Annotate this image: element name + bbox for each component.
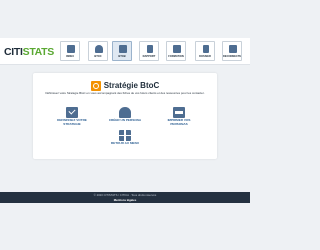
nav-item-deconnecter[interactable]: Deconnecter	[222, 41, 242, 61]
building-icon	[119, 45, 127, 53]
target-icon	[90, 80, 101, 91]
training-icon	[173, 45, 181, 53]
option-label: DEFINISSEZ VOTRE STRATEGIE	[57, 118, 87, 126]
nav-item-label: Rapport	[142, 55, 156, 58]
nav-item-rapport[interactable]: Rapport	[139, 41, 159, 61]
folder-icon	[203, 45, 209, 53]
nav-item-label: Dossier	[199, 55, 211, 58]
logo-text-part-2: STATS	[22, 46, 55, 58]
print-personas-button[interactable]: IMPRIMER VOS PERSONAS	[159, 107, 199, 129]
nav-item-index[interactable]: Index	[60, 41, 80, 61]
grid-icon	[119, 130, 131, 141]
footer-legal-link[interactable]: Mentions légales	[0, 198, 250, 202]
footer-copyright: © 2020 CITISTATS / CITICA · Tous droits …	[93, 193, 157, 197]
nav-item-label: Deconnecter	[223, 55, 241, 58]
nav-item-label: Formation	[168, 55, 184, 58]
strategy-card: Stratégie BtoC Définissez votre Stratégi…	[33, 73, 217, 159]
nav-item-label: BToB	[118, 55, 126, 58]
nav-item-label: BToC	[94, 55, 102, 58]
home-icon	[67, 45, 75, 53]
option-label: IMPRIMER VOS PERSONAS	[167, 118, 191, 126]
users-icon	[119, 107, 131, 118]
checklist-icon	[66, 107, 78, 118]
option-label: RETOUR AU MENU	[110, 141, 140, 145]
footer: © 2020 CITISTATS / CITICA · Tous droits …	[0, 192, 250, 203]
top-navigation-bar: CITISTATS Index BToC BToB Rapport Format…	[0, 38, 250, 65]
nav-item-formation[interactable]: Formation	[166, 41, 186, 61]
report-icon	[147, 45, 153, 53]
logout-icon	[229, 45, 237, 53]
page-title-row: Stratégie BtoC	[33, 77, 217, 91]
citistats-logo[interactable]: CITISTATS	[4, 46, 54, 58]
option-label: CRÉER UN PERSONA	[108, 118, 142, 122]
page-subtitle: Définissez votre Stratégie BtoC en vous …	[45, 91, 205, 95]
user-icon	[95, 45, 103, 53]
nav-item-btob[interactable]: BToB	[112, 41, 132, 61]
nav-item-label: Index	[66, 55, 74, 58]
define-strategy-button[interactable]: DEFINISSEZ VOTRE STRATEGIE	[52, 107, 92, 129]
printer-icon	[173, 107, 185, 118]
logo-text-part-1: CITI	[4, 46, 23, 58]
nav-item-dossier[interactable]: Dossier	[195, 41, 215, 61]
page-title: Stratégie BtoC	[103, 81, 160, 91]
nav-item-btoc[interactable]: BToC	[88, 41, 108, 61]
back-to-menu-button[interactable]: RETOUR AU MENU	[105, 130, 145, 152]
create-persona-button[interactable]: CRÉER UN PERSONA	[105, 107, 145, 129]
